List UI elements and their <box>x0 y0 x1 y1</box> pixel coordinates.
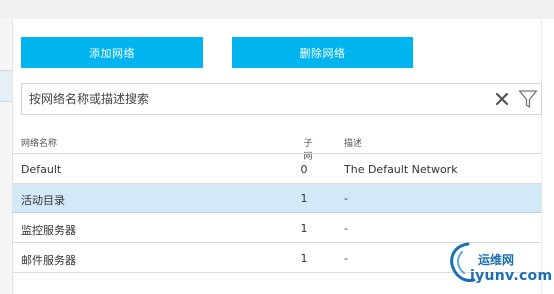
add-network-button[interactable]: 添加网络 <box>21 37 203 68</box>
filter-icon[interactable] <box>518 89 538 109</box>
search-box <box>21 83 542 115</box>
table-row[interactable]: 活动目录 1 - <box>12 184 542 213</box>
column-header-name[interactable]: 网络名称 <box>21 136 57 149</box>
top-strip <box>0 0 554 19</box>
cell-description: - <box>344 252 348 265</box>
table-row[interactable]: 监控服务器 1 - <box>12 214 542 243</box>
cell-network-name: 邮件服务器 <box>21 254 76 267</box>
cell-subnet-count: 1 <box>300 252 308 265</box>
column-header-description[interactable]: 描述 <box>344 136 362 149</box>
cell-description: The Default Network <box>344 163 458 176</box>
table-header-divider <box>12 153 542 154</box>
search-input[interactable] <box>29 89 489 109</box>
cell-network-name: 活动目录 <box>21 194 65 207</box>
delete-network-button[interactable]: 删除网络 <box>232 37 413 68</box>
cell-network-name: Default <box>21 163 62 176</box>
table-row[interactable]: Default 0 The Default Network <box>12 155 542 184</box>
left-panel-selected-item[interactable] <box>0 70 12 102</box>
cell-subnet-count: 1 <box>300 222 308 235</box>
cell-subnet-count: 0 <box>300 163 308 176</box>
watermark-brand: 运维网 <box>478 253 515 267</box>
cell-subnet-count: 1 <box>300 192 308 205</box>
cell-network-name: 监控服务器 <box>21 224 76 237</box>
network-manager-panel: 添加网络 删除网络 网络名称 子网 描述 Default 0 The Defau… <box>0 0 554 294</box>
watermark-url: iyunv.com <box>470 268 553 284</box>
close-icon[interactable] <box>495 92 509 106</box>
cell-description: - <box>344 222 348 235</box>
cell-description: - <box>344 192 348 205</box>
